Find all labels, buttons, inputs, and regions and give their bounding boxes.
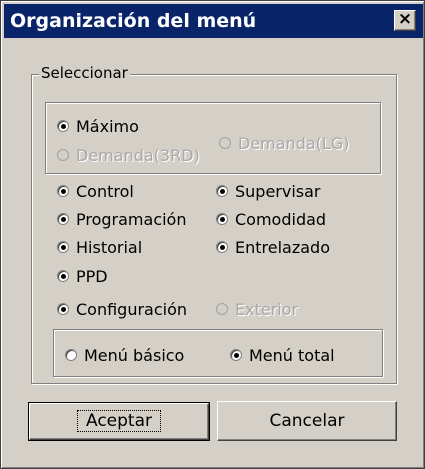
radio-button-icon [57, 270, 69, 282]
radio-label: Máximo [76, 116, 139, 136]
radio-comodidad[interactable]: Comodidad [216, 208, 326, 230]
radio-label: Configuración [76, 299, 188, 319]
select-group-label: Seleccionar [39, 64, 130, 82]
radio-label: Control [76, 181, 134, 201]
radio-entrelazado[interactable]: Entrelazado [216, 236, 330, 258]
title-bar[interactable]: Organización del menú × [4, 4, 423, 38]
radio-label: Exterior [235, 299, 299, 319]
dialog-window: Organización del menú × Seleccionar Máxi… [0, 0, 425, 469]
radio-maximo[interactable]: Máximo [57, 115, 139, 137]
radio-label: Programación [76, 209, 187, 229]
radio-label: Comodidad [235, 209, 327, 229]
radio-configuracion[interactable]: Configuración [57, 298, 187, 320]
radio-exterior[interactable]: Exterior [216, 298, 298, 320]
radio-button-icon [216, 185, 228, 197]
radio-demanda-3rd[interactable]: Demanda(3RD) [57, 144, 200, 166]
radio-label: Menú básico [84, 345, 185, 365]
radio-menu-basico[interactable]: Menú básico [65, 344, 184, 366]
accept-button[interactable]: Aceptar [28, 402, 210, 441]
cancel-button-label: Cancelar [269, 411, 345, 431]
radio-button-icon [57, 185, 69, 197]
radio-ppd[interactable]: PPD [57, 265, 108, 287]
window-title: Organización del menú [10, 10, 257, 32]
radio-button-icon [57, 120, 69, 132]
radio-label: Historial [76, 237, 143, 257]
radio-historial[interactable]: Historial [57, 236, 142, 258]
radio-control[interactable]: Control [57, 180, 134, 202]
radio-label: PPD [76, 266, 108, 286]
radio-label: Entrelazado [235, 237, 330, 257]
radio-demanda-lg[interactable]: Demanda(LG) [219, 132, 349, 154]
radio-button-icon [57, 303, 69, 315]
radio-button-icon [216, 303, 228, 315]
close-icon: × [397, 9, 413, 29]
radio-supervisar[interactable]: Supervisar [216, 180, 321, 202]
radio-label: Demanda(3RD) [76, 145, 200, 165]
radio-menu-total[interactable]: Menú total [230, 344, 335, 366]
radio-label: Supervisar [235, 181, 321, 201]
close-button[interactable]: × [394, 9, 416, 31]
radio-button-icon [57, 149, 69, 161]
accept-button-label: Aceptar [77, 410, 161, 432]
radio-programacion[interactable]: Programación [57, 208, 186, 230]
radio-button-icon [216, 241, 228, 253]
radio-button-icon [57, 213, 69, 225]
radio-label: Demanda(LG) [238, 133, 350, 153]
radio-button-icon [57, 241, 69, 253]
radio-button-icon [219, 137, 231, 149]
radio-button-icon [216, 213, 228, 225]
radio-button-icon [230, 349, 242, 361]
radio-label: Menú total [249, 345, 335, 365]
cancel-button[interactable]: Cancelar [217, 401, 397, 441]
radio-button-icon [65, 349, 77, 361]
